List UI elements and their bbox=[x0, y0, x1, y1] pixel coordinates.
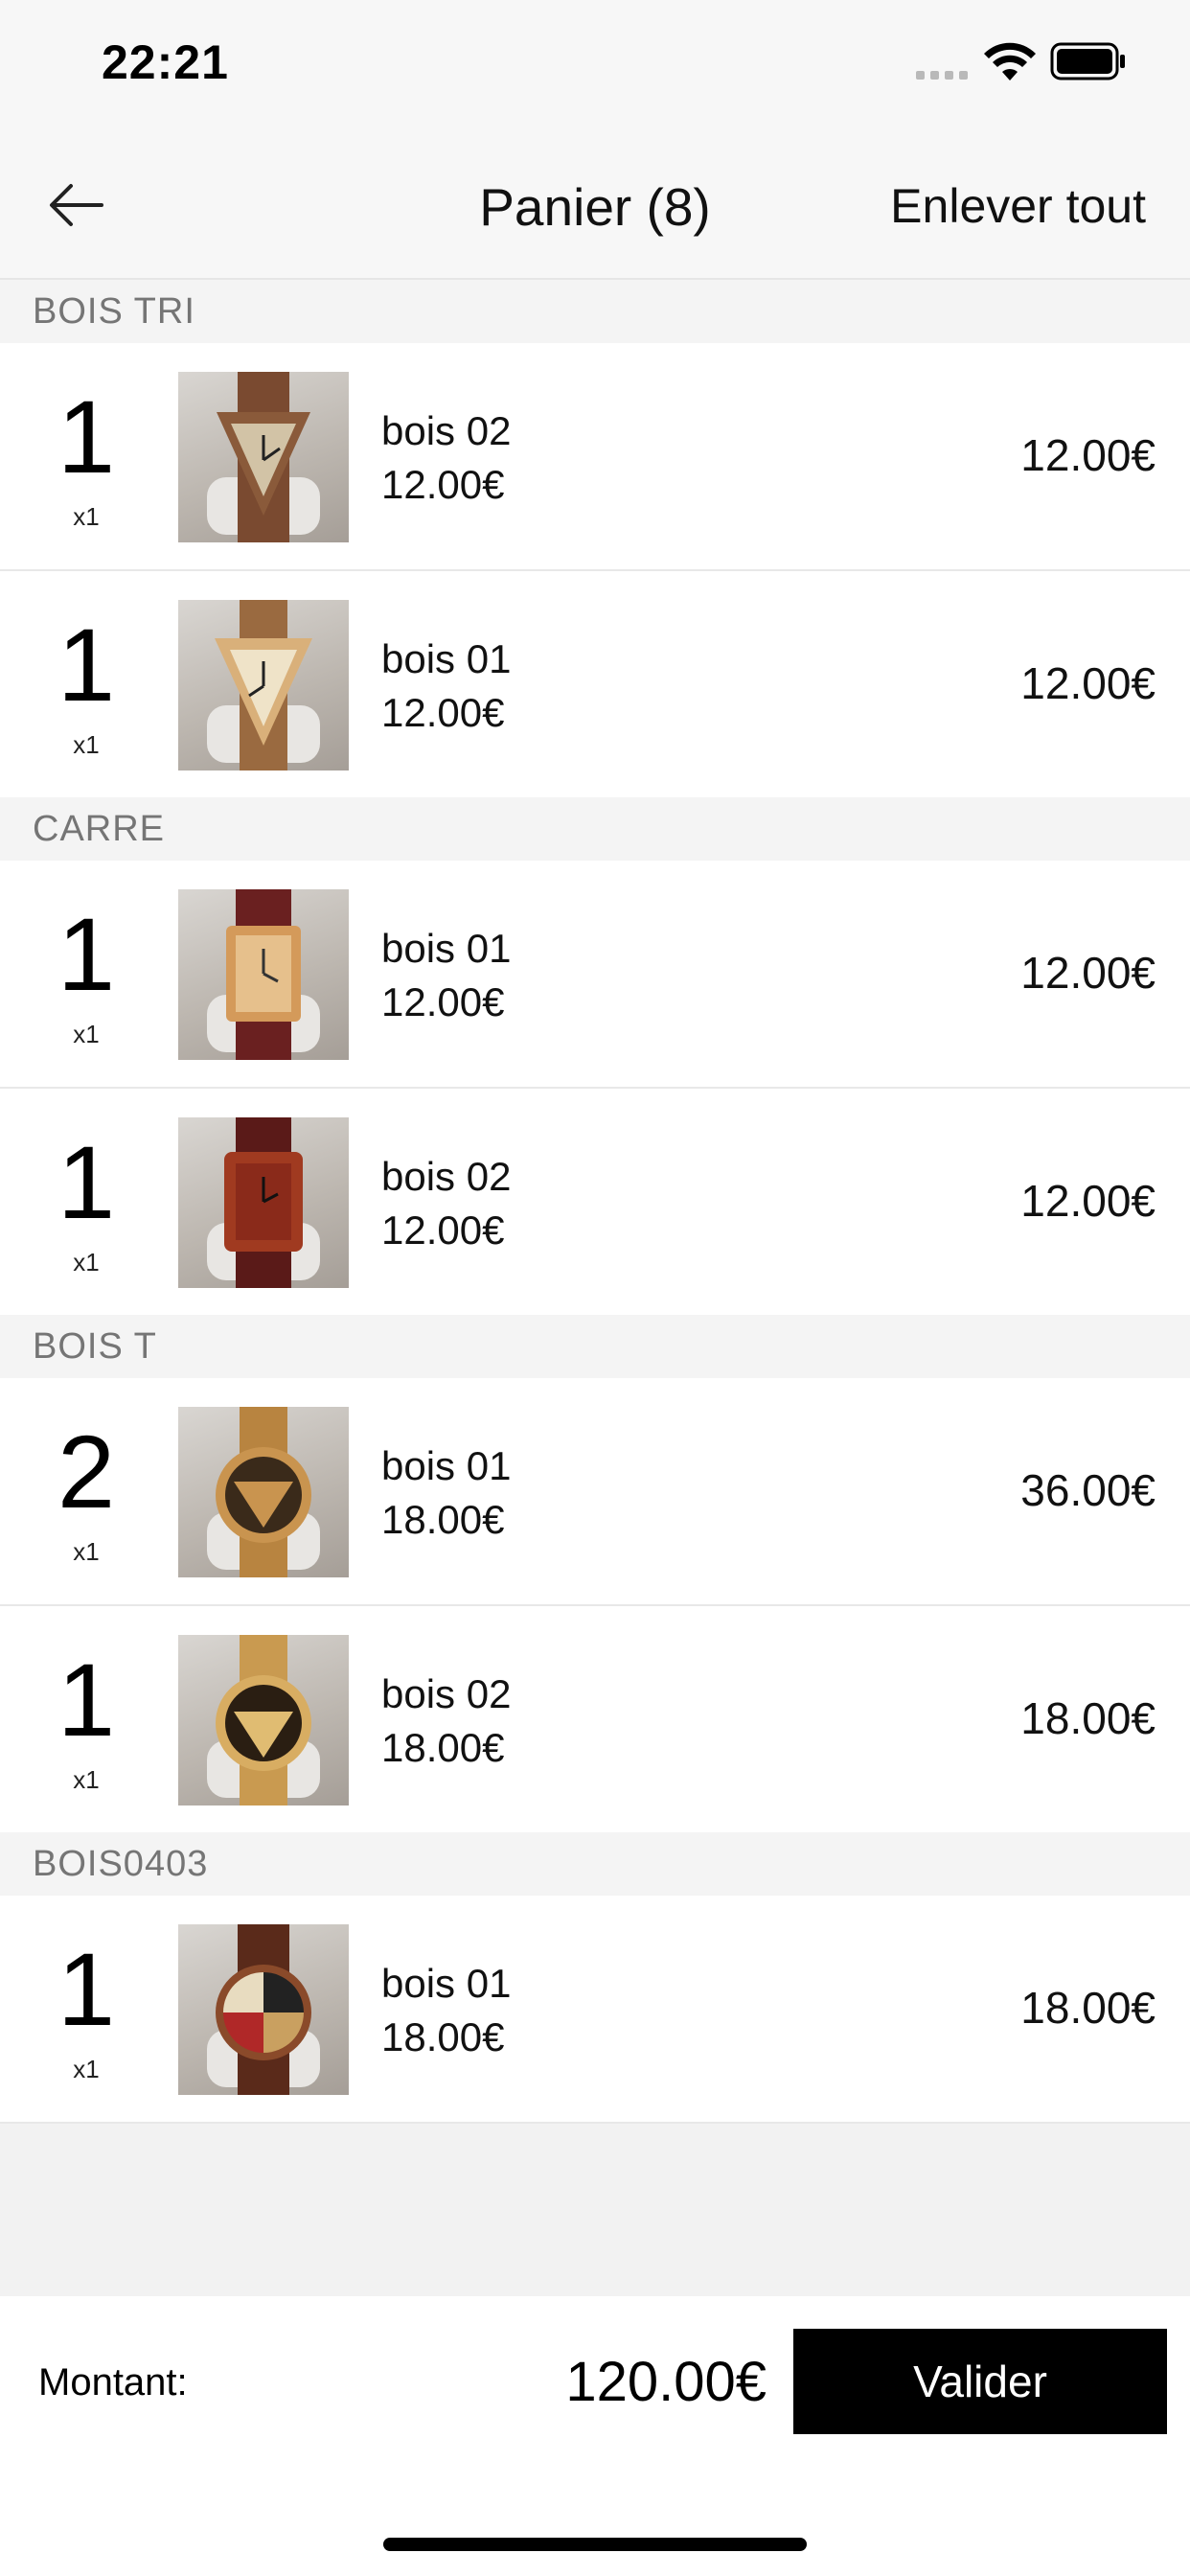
item-multiplier: x1 bbox=[73, 1765, 100, 1794]
item-name: bois 01 bbox=[381, 636, 512, 681]
checkout-footer: Montant: 120.00€ Valider bbox=[0, 2296, 1190, 2576]
cart-item[interactable]: 1 x1 bois 01 12.00€ 12.00€ bbox=[0, 571, 1190, 797]
section-header: CARRE bbox=[0, 797, 1190, 861]
item-total: 12.00€ bbox=[1020, 1176, 1156, 1226]
cart-list: BOIS TRI 1 x1 bois 02 12.00€ 12.00€ 1 x1 bbox=[0, 280, 1190, 2124]
item-name: bois 01 bbox=[381, 1961, 512, 2006]
item-name: bois 01 bbox=[381, 926, 512, 971]
item-quantity: 1 bbox=[57, 379, 116, 494]
product-thumbnail bbox=[178, 600, 349, 770]
item-unit-price: 18.00€ bbox=[381, 1725, 505, 1770]
total-value: 120.00€ bbox=[565, 2351, 767, 2413]
item-total: 36.00€ bbox=[1020, 1465, 1156, 1515]
cart-item[interactable]: 1 x1 bois 01 18.00€ 18.00€ bbox=[0, 1896, 1190, 2124]
wifi-icon bbox=[984, 42, 1036, 80]
product-thumbnail bbox=[178, 1117, 349, 1288]
item-name: bois 02 bbox=[381, 408, 512, 453]
item-total: 12.00€ bbox=[1020, 658, 1156, 708]
item-multiplier: x1 bbox=[73, 2055, 100, 2083]
item-total: 12.00€ bbox=[1020, 430, 1156, 480]
item-name: bois 02 bbox=[381, 1154, 512, 1199]
product-thumbnail bbox=[178, 1924, 349, 2095]
item-multiplier: x1 bbox=[73, 730, 100, 759]
cart-item[interactable]: 1 x1 bois 02 18.00€ 18.00€ bbox=[0, 1606, 1190, 1832]
item-quantity: 1 bbox=[57, 896, 116, 1012]
item-name: bois 01 bbox=[381, 1443, 512, 1488]
item-quantity: 1 bbox=[57, 1931, 116, 2047]
cart-item[interactable]: 1 x1 bois 02 12.00€ 12.00€ bbox=[0, 1089, 1190, 1315]
cart-item[interactable]: 1 x1 bois 02 12.00€ 12.00€ bbox=[0, 343, 1190, 571]
validate-button[interactable]: Valider bbox=[793, 2329, 1167, 2434]
item-quantity: 1 bbox=[57, 607, 116, 723]
item-quantity: 1 bbox=[57, 1642, 116, 1758]
product-thumbnail bbox=[178, 889, 349, 1060]
item-multiplier: x1 bbox=[73, 502, 100, 531]
product-thumbnail bbox=[178, 372, 349, 542]
item-unit-price: 18.00€ bbox=[381, 1497, 505, 1542]
section-header: BOIS TRI bbox=[0, 280, 1190, 343]
cart-item[interactable]: 1 x1 bois 01 12.00€ 12.00€ bbox=[0, 861, 1190, 1089]
home-indicator bbox=[383, 2538, 807, 2551]
section-header: BOIS0403 bbox=[0, 1832, 1190, 1896]
cart-item[interactable]: 2 x1 bois 01 18.00€ 36.00€ bbox=[0, 1378, 1190, 1606]
nav-bar: Panier (8) Enlever tout bbox=[0, 134, 1190, 280]
battery-icon bbox=[1050, 42, 1125, 80]
item-unit-price: 12.00€ bbox=[381, 462, 505, 507]
item-total: 18.00€ bbox=[1020, 1983, 1156, 2033]
item-quantity: 2 bbox=[57, 1414, 116, 1530]
clear-all-button[interactable]: Enlever tout bbox=[890, 178, 1146, 234]
product-thumbnail bbox=[178, 1635, 349, 1806]
item-unit-price: 12.00€ bbox=[381, 690, 505, 735]
item-multiplier: x1 bbox=[73, 1020, 100, 1048]
item-name: bois 02 bbox=[381, 1671, 512, 1716]
status-time: 22:21 bbox=[102, 35, 229, 89]
item-unit-price: 12.00€ bbox=[381, 979, 505, 1024]
status-bar: 22:21 bbox=[0, 0, 1190, 134]
section-header: BOIS T bbox=[0, 1315, 1190, 1378]
total-label: Montant: bbox=[38, 2361, 188, 2404]
item-multiplier: x1 bbox=[73, 1537, 100, 1566]
item-multiplier: x1 bbox=[73, 1248, 100, 1276]
item-unit-price: 12.00€ bbox=[381, 1208, 505, 1253]
item-quantity: 1 bbox=[57, 1124, 116, 1240]
signal-icon bbox=[916, 71, 968, 80]
item-total: 12.00€ bbox=[1020, 948, 1156, 998]
product-thumbnail bbox=[178, 1407, 349, 1577]
item-unit-price: 18.00€ bbox=[381, 2014, 505, 2059]
item-total: 18.00€ bbox=[1020, 1693, 1156, 1743]
